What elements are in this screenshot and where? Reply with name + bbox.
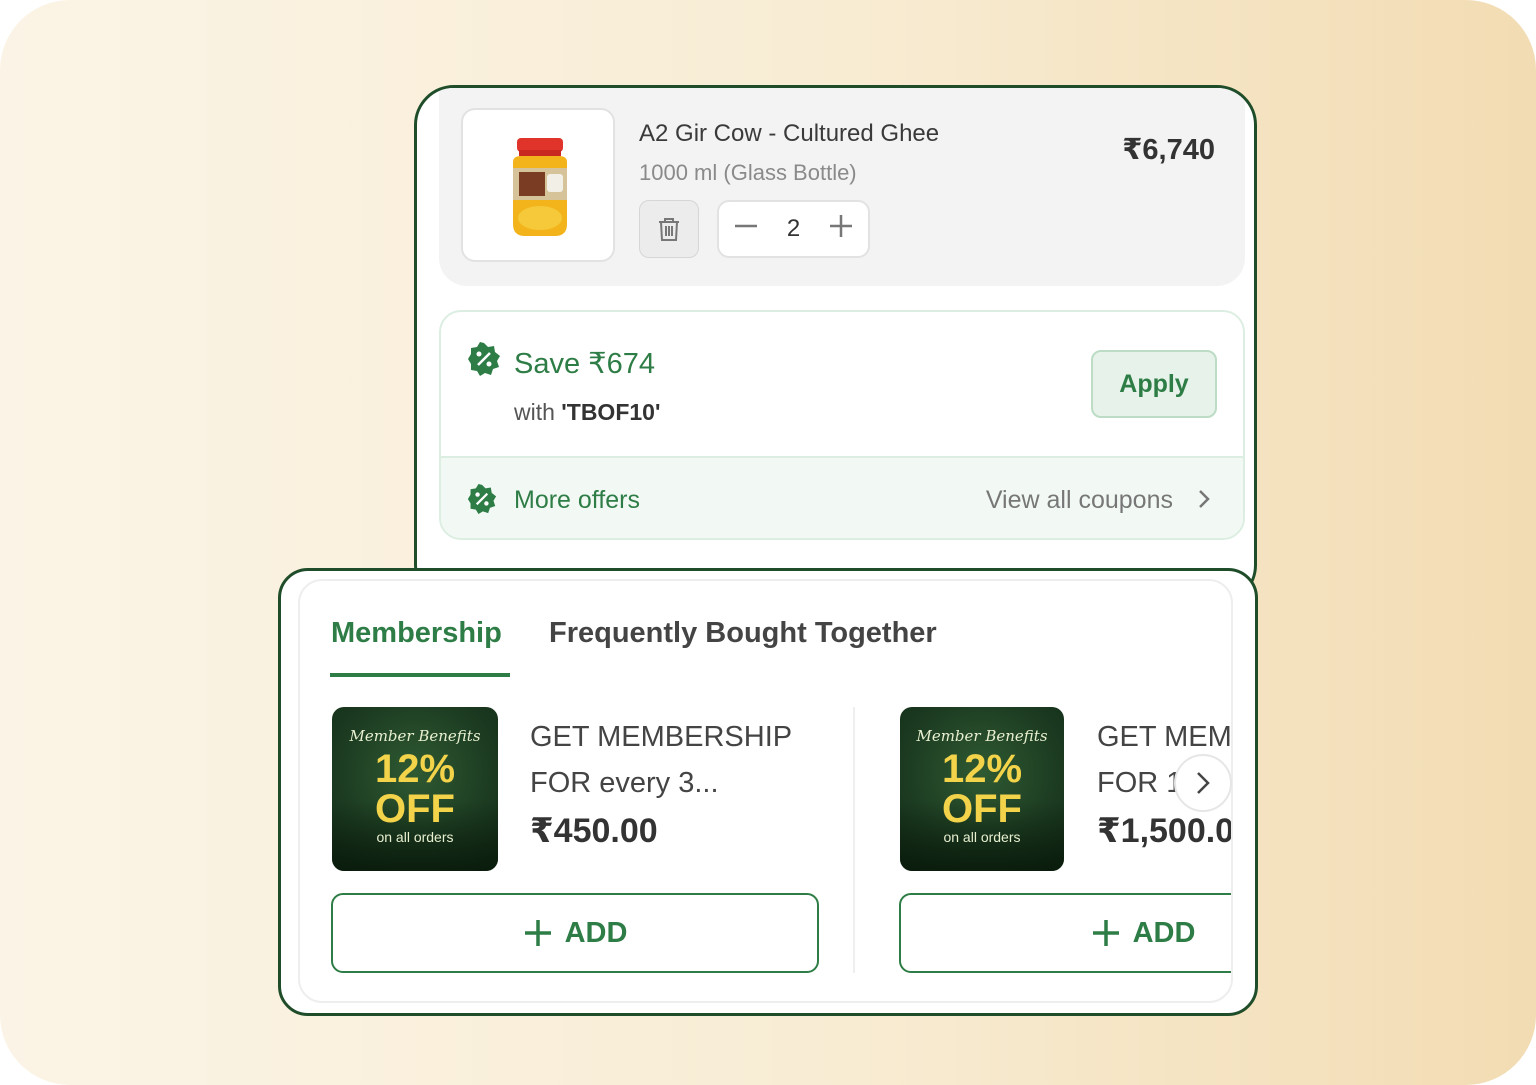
plus-icon xyxy=(829,215,852,237)
tab-membership[interactable]: Membership xyxy=(331,617,502,650)
trash-icon xyxy=(659,218,679,241)
image-percent: 12% xyxy=(374,747,456,791)
carousel-next-button[interactable] xyxy=(1174,754,1232,812)
apply-coupon-button[interactable]: Apply xyxy=(1091,350,1217,418)
image-benefits-text: Member Benefits xyxy=(916,727,1048,745)
discount-badge-icon xyxy=(468,342,500,376)
membership-image[interactable]: Member Benefits 12% OFF on all orders xyxy=(900,707,1064,871)
image-caption: on all orders xyxy=(943,829,1021,845)
quantity-value: 2 xyxy=(786,215,801,242)
product-price: ₹6,740 xyxy=(1122,134,1215,166)
membership-panel: Membership Frequently Bought Together Me… xyxy=(298,579,1233,1003)
increment-button[interactable] xyxy=(828,213,854,245)
quantity-stepper: 2 xyxy=(717,200,870,258)
membership-title[interactable]: GET MEMBERSHIP xyxy=(530,721,792,754)
coupon-offer: Save ₹674 with 'TBOF10' Apply xyxy=(441,312,1243,456)
membership-card: Membership Frequently Bought Together Me… xyxy=(278,568,1258,1016)
image-percent: 12% xyxy=(941,747,1023,791)
image-off: OFF xyxy=(375,787,455,831)
discount-badge-icon xyxy=(467,484,497,514)
coupon-section: Save ₹674 with 'TBOF10' Apply More offer… xyxy=(439,310,1245,540)
membership-image[interactable]: Member Benefits 12% OFF on all orders xyxy=(332,707,498,871)
minus-icon xyxy=(735,224,757,228)
coupon-prefix: with xyxy=(514,399,562,425)
coupon-savings: Save ₹674 xyxy=(514,348,655,380)
product-name[interactable]: A2 Gir Cow - Cultured Ghee xyxy=(639,120,939,148)
ghee-jar-image xyxy=(513,138,567,236)
product-thumbnail[interactable] xyxy=(461,108,615,262)
plus-icon xyxy=(524,920,551,946)
cart-card: A2 Gir Cow - Cultured Ghee 1000 ml (Glas… xyxy=(414,85,1257,605)
membership-price: ₹1,500.00 xyxy=(1097,812,1233,850)
image-caption: on all orders xyxy=(376,829,454,845)
add-label: ADD xyxy=(1132,916,1196,949)
add-label: ADD xyxy=(564,916,628,949)
coupon-code: 'TBOF10' xyxy=(561,399,661,425)
add-membership-button[interactable]: ADD xyxy=(899,893,1231,973)
delete-item-button[interactable] xyxy=(639,200,699,258)
more-offers-row[interactable]: More offers View all coupons xyxy=(441,456,1243,538)
chevron-right-icon xyxy=(1197,772,1210,794)
plus-icon xyxy=(1092,920,1119,946)
product-variant: 1000 ml (Glass Bottle) xyxy=(639,160,857,185)
add-membership-button[interactable]: ADD xyxy=(331,893,819,973)
active-tab-indicator xyxy=(330,673,510,677)
tab-frequently-bought-together[interactable]: Frequently Bought Together xyxy=(549,617,937,650)
cart-item: A2 Gir Cow - Cultured Ghee 1000 ml (Glas… xyxy=(439,88,1245,286)
more-offers-label: More offers xyxy=(514,486,640,514)
decrement-button[interactable] xyxy=(733,213,759,245)
membership-subtitle: FOR every 3... xyxy=(530,767,719,799)
item-divider xyxy=(853,707,855,973)
coupon-code-line: with 'TBOF10' xyxy=(514,399,660,426)
membership-title[interactable]: GET MEMBERSHIP xyxy=(1097,721,1231,754)
view-all-coupons-link[interactable]: View all coupons xyxy=(986,486,1173,515)
membership-price: ₹450.00 xyxy=(530,812,658,850)
chevron-right-icon xyxy=(1199,490,1210,508)
image-benefits-text: Member Benefits xyxy=(349,727,481,745)
image-off: OFF xyxy=(942,787,1022,831)
